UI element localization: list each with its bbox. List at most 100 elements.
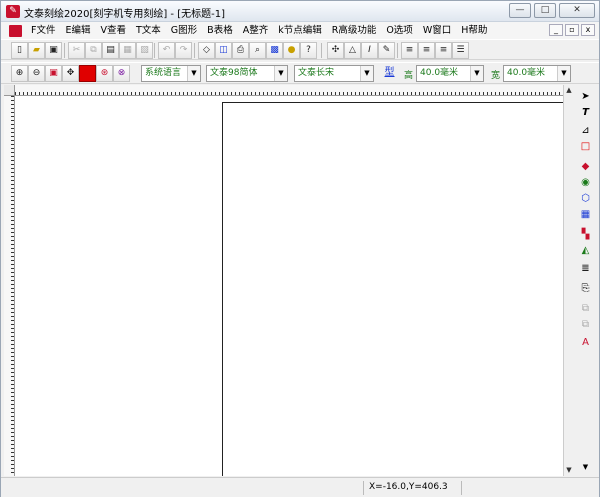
menu-edit[interactable]: E编辑 bbox=[60, 22, 95, 39]
paste-icon[interactable]: ▤ bbox=[102, 42, 119, 59]
align-center-icon[interactable]: ≡ bbox=[418, 42, 435, 59]
undo-icon[interactable]: ↶ bbox=[158, 42, 175, 59]
minimize-button[interactable]: — bbox=[509, 3, 531, 18]
width-value: 40.0毫米 bbox=[507, 68, 546, 78]
drawing-canvas[interactable] bbox=[15, 96, 563, 476]
group-icon[interactable]: ⧉ bbox=[577, 301, 594, 316]
align-right-icon[interactable]: ≡ bbox=[435, 42, 452, 59]
cursor-coordinates: X=-16.0,Y=406.3 bbox=[369, 482, 448, 492]
language-value: 系统语言 bbox=[145, 68, 182, 78]
chevron-down-icon: ▼ bbox=[274, 66, 287, 81]
scroll-up-icon[interactable]: ▲ bbox=[564, 85, 574, 95]
height-value: 40.0毫米 bbox=[420, 68, 459, 78]
app-logo-icon: ✎ bbox=[6, 5, 20, 18]
shape-icon[interactable]: △ bbox=[344, 42, 361, 59]
text-tool-icon[interactable]: T bbox=[577, 105, 594, 120]
cut-icon[interactable]: ✂ bbox=[68, 42, 85, 59]
doc-close-button[interactable]: x bbox=[581, 24, 595, 36]
menu-window[interactable]: W窗口 bbox=[418, 22, 456, 39]
menu-advanced[interactable]: R高级功能 bbox=[327, 22, 382, 39]
node-edit-icon[interactable]: ⊿ bbox=[577, 123, 594, 138]
pan-icon[interactable]: ✥ bbox=[62, 65, 79, 82]
help-icon[interactable]: ? bbox=[300, 42, 317, 59]
tool-panel: ➤ T ⊿ □ ◆ ◉ ⬡ ▦ ▚ ◭ ≣ ⎘ ⧉ ⧉ A ▼ bbox=[574, 85, 599, 476]
close-button[interactable]: ✕ bbox=[559, 3, 595, 18]
paint-bucket-icon[interactable]: ◭ bbox=[577, 243, 594, 258]
new-icon[interactable]: ▯ bbox=[11, 42, 28, 59]
table-tool-icon[interactable]: ▦ bbox=[577, 207, 594, 222]
menu-text[interactable]: T文本 bbox=[131, 22, 166, 39]
print-icon[interactable]: ⎙ bbox=[232, 42, 249, 59]
ungroup-icon[interactable]: ⧉ bbox=[577, 317, 594, 332]
fill-tool-icon[interactable]: ◆ bbox=[577, 159, 594, 174]
frame-icon[interactable]: ◫ bbox=[215, 42, 232, 59]
text-effect-icon[interactable]: A bbox=[577, 335, 594, 350]
style-value: 文泰长宋 bbox=[298, 68, 335, 78]
menu-bar: F文件 E编辑 V查看 T文本 G图形 B表格 A整齐 k节点编辑 R高级功能 … bbox=[1, 22, 599, 39]
app-window: ✎ 文泰刻绘2020[刻字机专用刻绘] - [无标题-1] — □ ✕ F文件 … bbox=[0, 0, 600, 497]
menu-options[interactable]: O选项 bbox=[381, 22, 417, 39]
zoom-in-icon[interactable]: ⊕ bbox=[11, 65, 28, 82]
italic-icon[interactable]: I bbox=[361, 42, 378, 59]
zoom-selection-icon[interactable]: ⊛ bbox=[96, 65, 113, 82]
menu-graphics[interactable]: G图形 bbox=[166, 22, 202, 39]
eraser-icon[interactable]: ⎘ bbox=[577, 281, 594, 296]
menu-node-edit[interactable]: k节点编辑 bbox=[273, 22, 327, 39]
maximize-button[interactable]: □ bbox=[534, 3, 556, 18]
vertical-scrollbar[interactable]: ▲ ▼ bbox=[563, 85, 574, 476]
language-select[interactable]: 系统语言 ▼ bbox=[141, 65, 201, 82]
color-fill-icon[interactable] bbox=[79, 65, 96, 82]
menu-align[interactable]: A整齐 bbox=[238, 22, 274, 39]
title-bar: ✎ 文泰刻绘2020[刻字机专用刻绘] - [无标题-1] — □ ✕ bbox=[1, 1, 599, 22]
width-label: 宽 bbox=[491, 71, 501, 81]
width-select[interactable]: 40.0毫米 ▼ bbox=[503, 65, 571, 82]
standard-toolbar: ▯ ▰ ▣ ✂ ⧉ ▤ ▦ ▧ ↶ ↷ ◇ ◫ ⎙ ⌕ ▩ ● ? ✣ △ I … bbox=[1, 39, 599, 60]
menu-view[interactable]: V查看 bbox=[95, 22, 131, 39]
document-icon[interactable] bbox=[9, 24, 22, 37]
style-select[interactable]: 文泰长宋 ▼ bbox=[294, 65, 374, 82]
doc-minimize-button[interactable]: _ bbox=[549, 24, 563, 36]
open-icon[interactable]: ▰ bbox=[28, 42, 45, 59]
zoom-all-icon[interactable]: ⊗ bbox=[113, 65, 130, 82]
table-frame-icon[interactable]: ▩ bbox=[266, 42, 283, 59]
menu-table[interactable]: B表格 bbox=[202, 22, 238, 39]
palette-icon[interactable]: ▚ bbox=[577, 227, 594, 242]
bulb-icon[interactable]: ● bbox=[283, 42, 300, 59]
color-tool-icon[interactable]: ◉ bbox=[577, 175, 594, 190]
rectangle-tool-icon[interactable]: □ bbox=[577, 139, 594, 154]
doc-restore-button[interactable]: ▫ bbox=[565, 24, 579, 36]
redo-icon[interactable]: ↷ bbox=[175, 42, 192, 59]
height-label: 高 bbox=[404, 71, 414, 81]
menu-file[interactable]: F文件 bbox=[26, 22, 60, 39]
chevron-down-icon: ▼ bbox=[187, 66, 200, 81]
align-justify-icon[interactable]: ☰ bbox=[452, 42, 469, 59]
format-toolbar: ⊕ ⊖ ▣ ✥ ⊛ ⊗ 系统语言 ▼ 文泰98简体 ▼ 文泰长宋 ▼ 型 高 4… bbox=[1, 62, 599, 84]
print-preview-icon[interactable]: ▦ bbox=[119, 42, 136, 59]
align-left-icon[interactable]: ≡ bbox=[401, 42, 418, 59]
page-left-border bbox=[222, 102, 223, 476]
save-icon[interactable]: ▣ bbox=[45, 42, 62, 59]
chevron-down-icon: ▼ bbox=[557, 66, 570, 81]
select-arrow-icon[interactable]: ➤ bbox=[577, 89, 594, 104]
find-icon[interactable]: ⌕ bbox=[249, 42, 266, 59]
font-select[interactable]: 文泰98简体 ▼ bbox=[206, 65, 288, 82]
shape-tool-icon[interactable]: ⬡ bbox=[577, 191, 594, 206]
outline-icon[interactable]: ◇ bbox=[198, 42, 215, 59]
layers-icon[interactable]: ≣ bbox=[577, 261, 594, 276]
scan-icon[interactable]: ▧ bbox=[136, 42, 153, 59]
type-button[interactable]: 型 bbox=[381, 65, 398, 82]
zoom-page-icon[interactable]: ▣ bbox=[45, 65, 62, 82]
menu-help[interactable]: H帮助 bbox=[456, 22, 492, 39]
copy-icon[interactable]: ⧉ bbox=[85, 42, 102, 59]
horizontal-ruler[interactable] bbox=[15, 85, 563, 96]
height-select[interactable]: 40.0毫米 ▼ bbox=[416, 65, 484, 82]
symbol-icon[interactable]: ✣ bbox=[327, 42, 344, 59]
vertical-ruler[interactable] bbox=[4, 96, 15, 476]
scroll-down-icon[interactable]: ▼ bbox=[577, 460, 594, 475]
scroll-down-icon[interactable]: ▼ bbox=[564, 465, 574, 475]
font-value: 文泰98简体 bbox=[210, 68, 258, 78]
chevron-down-icon: ▼ bbox=[470, 66, 483, 81]
edit-text-icon[interactable]: ✎ bbox=[378, 42, 395, 59]
ruler-corner bbox=[4, 85, 15, 96]
zoom-out-icon[interactable]: ⊖ bbox=[28, 65, 45, 82]
